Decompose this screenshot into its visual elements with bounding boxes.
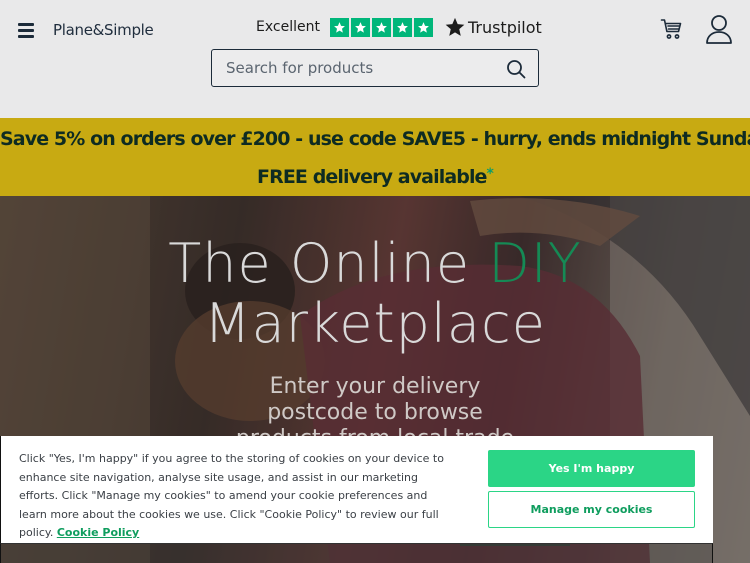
search-input[interactable]: [226, 59, 496, 77]
promo-banner: Save 5% on orders over £200 - use code S…: [0, 118, 750, 196]
trustpilot-widget[interactable]: Excellent Trustpilot: [256, 14, 542, 40]
cart-icon[interactable]: [660, 17, 684, 41]
star-icon: [350, 17, 370, 37]
search-icon[interactable]: [506, 59, 526, 79]
hero-title: The Online DIY Marketplace: [0, 234, 750, 354]
hero-title-accent: DIY: [488, 232, 582, 295]
hero-title-part2: Marketplace: [204, 292, 546, 355]
star-icon: [413, 17, 433, 37]
hero-title-part1: The Online: [168, 232, 489, 295]
trustpilot-stars: [329, 17, 435, 37]
page-bottom-strip: [0, 543, 713, 563]
site-logo[interactable]: Plane&Simple: [53, 21, 154, 39]
star-icon: [329, 17, 349, 37]
trustpilot-brand: Trustpilot: [467, 17, 542, 37]
accept-cookies-button[interactable]: Yes I'm happy: [488, 450, 695, 487]
cookie-banner: Click "Yes, I'm happy" if you agree to t…: [0, 436, 713, 543]
menu-icon[interactable]: [18, 22, 36, 38]
cookie-message: Click "Yes, I'm happy" if you agree to t…: [19, 450, 449, 543]
star-icon: [392, 17, 412, 37]
trustpilot-logo: Trustpilot: [445, 17, 542, 37]
site-header: Plane&Simple Excellent Trustpilot: [0, 0, 750, 118]
trustpilot-star-icon: [445, 17, 465, 36]
cookie-policy-link[interactable]: Cookie Policy: [57, 526, 139, 539]
manage-cookies-button[interactable]: Manage my cookies: [488, 491, 695, 528]
search-bar[interactable]: [211, 49, 539, 87]
user-icon[interactable]: [705, 14, 733, 44]
promo-asterisk: *: [486, 166, 494, 182]
promo-offer-text: Save 5% on orders over £200 - use code S…: [0, 128, 750, 150]
promo-delivery: FREE delivery available*: [0, 166, 750, 188]
trustpilot-rating-label: Excellent: [256, 19, 320, 35]
star-icon: [371, 17, 391, 37]
promo-delivery-text: FREE delivery available: [257, 166, 487, 188]
